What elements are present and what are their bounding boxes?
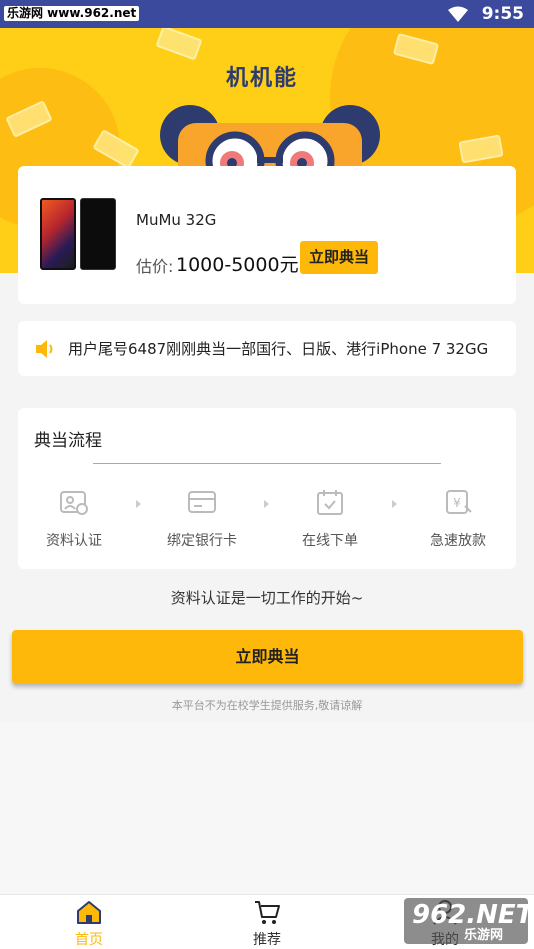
tab-label: 首页 (75, 932, 103, 948)
disclaimer: 本平台不为在校学生提供服务,敬请谅解 (171, 699, 363, 712)
watermark: 962.NET 乐游网 (404, 898, 533, 944)
notice-bar: 用户尾号6487刚刚典当一部国行、日版、港行iPhone 7 32GG (18, 321, 516, 376)
pawn-now-button[interactable]: 立即典当 (12, 630, 523, 684)
step-label: 绑定银行卡 (167, 533, 237, 549)
step-loan[interactable]: ¥ 急速放款 (408, 488, 508, 550)
home-icon (77, 901, 101, 924)
process-card: 典当流程 资料认证 绑定银行卡 在线下单 ¥ 急速放款 (18, 408, 516, 569)
price-value: 1000-5000元 (176, 254, 299, 276)
speaker-icon (36, 340, 53, 358)
watermark-small: 乐游网 (464, 928, 504, 943)
product-card[interactable]: MuMu 32G 估价: 1000-5000元 立即典当 (18, 166, 516, 304)
money-icon: ¥ (446, 490, 472, 514)
step-verify[interactable]: 资料认证 (24, 488, 124, 550)
arrow-right-icon (136, 500, 141, 508)
id-card-icon (60, 491, 88, 515)
notice-text: 用户尾号6487刚刚典当一部国行、日版、港行iPhone 7 32GG (68, 340, 489, 358)
tab-label: 推荐 (253, 932, 281, 948)
tagline: 资料认证是一切工作的开始~ (170, 589, 364, 607)
carrier-badge: 乐游网 www.962.net (4, 6, 140, 21)
calendar-check-icon (317, 490, 343, 515)
clock: 9:55 (481, 4, 524, 24)
phone-image-front (40, 198, 76, 270)
divider (93, 463, 441, 464)
process-title: 典当流程 (34, 431, 102, 451)
pawn-now-small-button[interactable]: 立即典当 (300, 241, 378, 274)
phone-image-back (80, 198, 116, 270)
product-name: MuMu 32G (136, 211, 217, 229)
step-label: 在线下单 (302, 533, 358, 549)
svg-text:¥: ¥ (453, 496, 461, 510)
arrow-right-icon (264, 500, 269, 508)
status-bar: 乐游网 www.962.net 9:55 (0, 0, 534, 28)
cart-icon (255, 901, 280, 924)
wifi-icon (448, 6, 468, 22)
step-bind-card[interactable]: 绑定银行卡 (152, 488, 252, 550)
bank-card-icon (188, 491, 216, 513)
money-decoration (155, 28, 203, 61)
price-label: 估价: (136, 257, 174, 276)
tab-home[interactable]: 首页 (39, 899, 139, 949)
arrow-right-icon (392, 500, 397, 508)
step-order[interactable]: 在线下单 (280, 488, 380, 550)
step-label: 资料认证 (46, 533, 102, 549)
step-label: 急速放款 (430, 533, 486, 549)
tab-recommend[interactable]: 推荐 (217, 899, 317, 949)
empty-area (0, 722, 534, 894)
